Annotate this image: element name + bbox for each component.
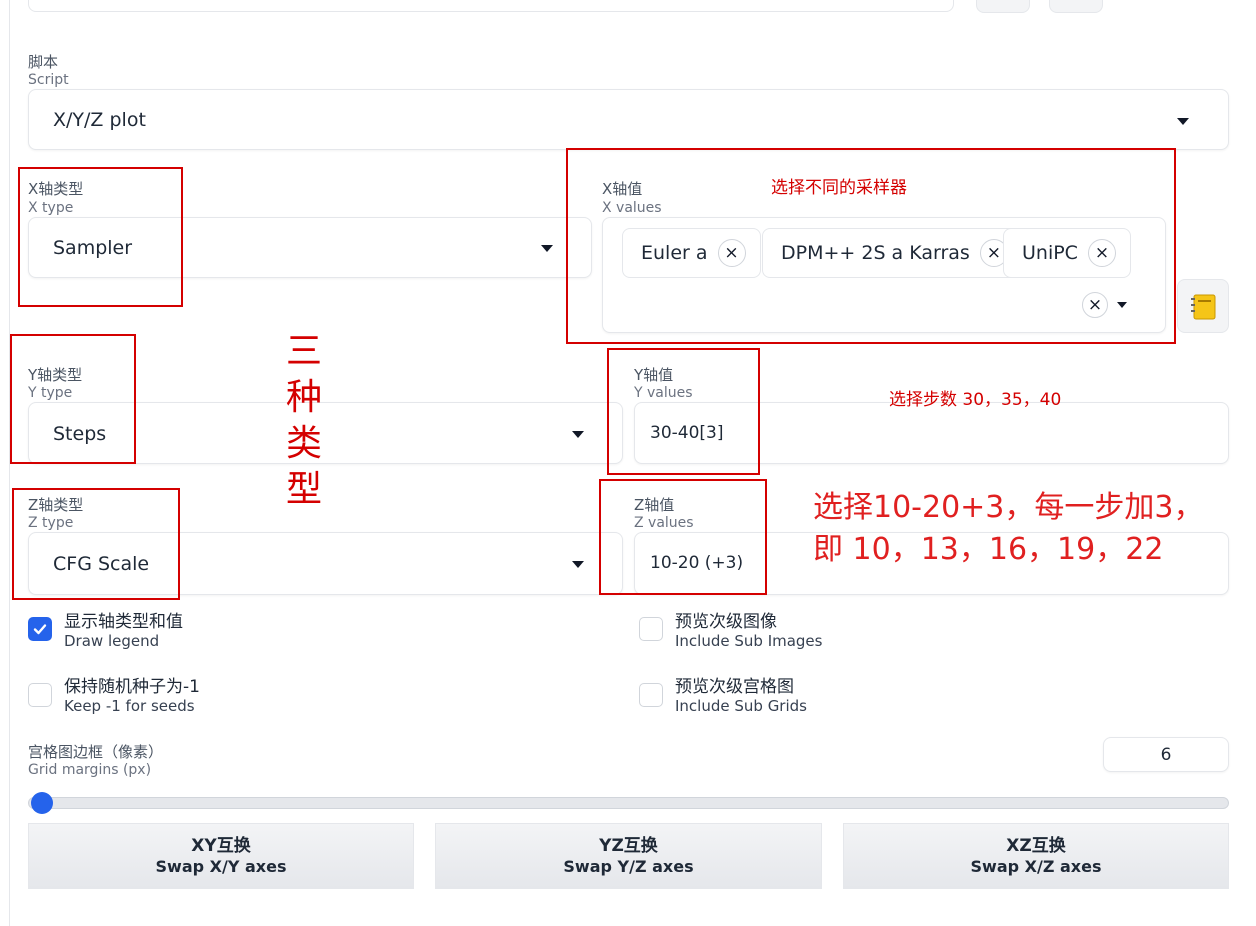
notebook-icon [1191, 294, 1216, 320]
chevron-down-icon [572, 561, 584, 568]
z-type-dropdown[interactable]: CFG Scale [28, 532, 623, 595]
grid-margins-value: 6 [1160, 745, 1172, 765]
x-type-label-zh: X轴类型 [28, 180, 84, 198]
x-type-dropdown[interactable]: Sampler [28, 217, 592, 278]
previous-tool-button[interactable] [976, 0, 1030, 13]
z-values-label-en: Z values [634, 515, 694, 531]
y-type-label-en: Y type [28, 385, 73, 401]
z-type-label-zh: Z轴类型 [28, 496, 84, 514]
chevron-down-icon [1177, 118, 1189, 125]
previous-field-remnant[interactable] [28, 0, 954, 12]
annotation-cfg-note-line2: 即 10，13，16，19，22 [813, 532, 1164, 567]
swap-xz-label-en: Swap X/Z axes [970, 857, 1102, 876]
annotation-steps-note: 选择步数 30，35，40 [889, 390, 1062, 410]
notebook-button[interactable] [1177, 279, 1229, 333]
chip-label: UniPC [1022, 242, 1078, 264]
swap-yz-label-en: Swap Y/Z axes [563, 857, 694, 876]
swap-xy-label-en: Swap X/Y axes [155, 857, 287, 876]
remove-chip-icon[interactable]: × [717, 239, 746, 267]
include-sub-grids-label-en: Include Sub Grids [675, 697, 807, 715]
chevron-down-icon [541, 245, 553, 252]
grid-margins-slider-thumb[interactable] [31, 792, 53, 814]
swap-yz-label-zh: YZ互换 [599, 836, 658, 856]
swap-xy-label-zh: XY互换 [191, 836, 251, 856]
script-dropdown[interactable]: X/Y/Z plot [28, 89, 1229, 150]
x-type-label-en: X type [28, 200, 74, 216]
previous-tool-button-2[interactable] [1049, 0, 1103, 13]
draw-legend-checkbox[interactable] [28, 617, 52, 641]
checkmark-icon [33, 624, 47, 635]
script-dropdown-value: X/Y/Z plot [53, 109, 146, 131]
swap-xy-button[interactable]: XY互换 Swap X/Y axes [28, 823, 414, 889]
y-type-label-zh: Y轴类型 [28, 366, 83, 384]
include-sub-grids-label-zh: 预览次级宫格图 [675, 677, 794, 697]
include-sub-grids-checkbox[interactable] [639, 683, 663, 707]
x-type-value: Sampler [53, 237, 133, 259]
keep-seeds-label-en: Keep -1 for seeds [64, 697, 195, 715]
clear-all-icon[interactable]: × [1082, 292, 1108, 318]
x-values-label-zh: X轴值 [602, 180, 643, 198]
x-values-label-en: X values [602, 200, 662, 216]
keep-seeds-checkbox[interactable] [28, 683, 52, 707]
annotation-three-types-1: 三 [286, 331, 323, 372]
y-values-label-en: Y values [634, 385, 693, 401]
x-value-chip[interactable]: Euler a × [622, 228, 761, 278]
remove-chip-icon[interactable]: × [1087, 239, 1116, 267]
annotation-three-types-4: 型 [286, 469, 323, 510]
grid-margins-number-input[interactable]: 6 [1103, 737, 1229, 772]
annotation-three-types-3: 类 [286, 423, 323, 464]
page-left-border [9, 0, 10, 926]
keep-seeds-label-zh: 保持随机种子为-1 [64, 677, 200, 697]
script-label-zh: 脚本 [28, 53, 59, 71]
y-type-dropdown[interactable]: Steps [28, 402, 623, 464]
include-sub-images-label-zh: 预览次级图像 [675, 612, 777, 632]
chip-label: DPM++ 2S a Karras [781, 242, 970, 264]
annotation-three-types-2: 种 [286, 377, 323, 418]
x-value-chip[interactable]: UniPC × [1003, 228, 1131, 278]
z-type-label-en: Z type [28, 515, 74, 531]
include-sub-images-label-en: Include Sub Images [675, 632, 823, 650]
script-label-en: Script [28, 72, 69, 88]
y-values-input[interactable]: 30-40[3] [634, 402, 1229, 464]
grid-margins-label-zh: 宫格图边框（像素） [28, 743, 164, 761]
annotation-cfg-note-line1: 选择10-20+3，每一步加3， [813, 490, 1204, 525]
x-value-chip[interactable]: DPM++ 2S a Karras × [762, 228, 1023, 278]
chip-label: Euler a [641, 242, 708, 264]
y-type-value: Steps [53, 423, 107, 445]
chevron-down-icon[interactable] [1117, 302, 1127, 308]
grid-margins-label-en: Grid margins (px) [28, 762, 152, 778]
annotation-sampler-note: 选择不同的采样器 [771, 178, 907, 198]
draw-legend-label-zh: 显示轴类型和值 [64, 612, 183, 632]
z-type-value: CFG Scale [53, 553, 150, 575]
grid-margins-slider-track[interactable] [28, 797, 1229, 809]
chevron-down-icon [572, 431, 584, 438]
include-sub-images-checkbox[interactable] [639, 617, 663, 641]
z-values-text: 10-20 (+3) [650, 553, 744, 573]
swap-xz-button[interactable]: XZ互换 Swap X/Z axes [843, 823, 1229, 889]
y-values-text: 30-40[3] [650, 423, 724, 443]
y-values-label-zh: Y轴值 [634, 366, 674, 384]
z-values-label-zh: Z轴值 [634, 496, 675, 514]
draw-legend-label-en: Draw legend [64, 632, 160, 650]
swap-yz-button[interactable]: YZ互换 Swap Y/Z axes [435, 823, 822, 889]
swap-xz-label-zh: XZ互换 [1006, 836, 1066, 856]
